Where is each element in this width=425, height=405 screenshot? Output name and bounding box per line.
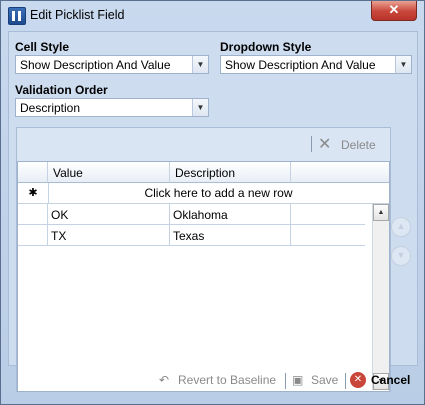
dialog-body: Cell Style Show Description And Value ▼ …: [8, 31, 418, 392]
cell-style-value: Show Description And Value: [20, 58, 171, 72]
chevron-down-icon[interactable]: ▼: [395, 56, 411, 73]
close-button[interactable]: ✕: [371, 1, 417, 21]
cancel-button[interactable]: Cancel: [371, 373, 410, 387]
move-up-icon: ▲: [391, 217, 411, 237]
revert-to-baseline-button[interactable]: Revert to Baseline: [178, 373, 276, 387]
validation-order-dropdown[interactable]: Description ▼: [15, 98, 209, 117]
edit-picklist-dialog: Edit Picklist Field ✕ Cell Style Show De…: [0, 0, 425, 405]
save-icon: ▣: [292, 373, 304, 387]
cell-empty: [291, 225, 365, 245]
toolbar-separator: [311, 136, 312, 152]
new-row-star-icon: ✱: [18, 183, 49, 203]
cell-value[interactable]: OK: [48, 204, 170, 224]
validation-order-label: Validation Order: [15, 83, 108, 97]
grid-toolbar: ✕ Delete: [17, 128, 390, 158]
new-row-prompt[interactable]: Click here to add a new row: [48, 186, 389, 200]
cell-style-label: Cell Style: [15, 40, 70, 54]
window-title: Edit Picklist Field: [30, 8, 125, 22]
delete-icon: ✕: [318, 136, 332, 153]
picklist-grid: Value Description ✱ Click here to add a …: [17, 161, 390, 392]
cancel-icon: ✕: [350, 372, 366, 388]
row-selector[interactable]: [18, 225, 48, 245]
move-down-icon: ▼: [391, 246, 411, 266]
column-header-value[interactable]: Value: [48, 162, 170, 183]
save-button[interactable]: Save: [311, 373, 338, 387]
column-header-description[interactable]: Description: [170, 162, 291, 183]
vertical-scrollbar[interactable]: ▲ ▼: [372, 204, 389, 390]
row-header-corner: [18, 162, 48, 183]
cell-description[interactable]: Oklahoma: [170, 204, 291, 224]
chevron-down-icon[interactable]: ▼: [192, 99, 208, 116]
footer-separator: [345, 373, 346, 389]
dialog-footer: ↶ Revert to Baseline ▣ Save ✕ Cancel: [8, 367, 416, 395]
table-row[interactable]: OK Oklahoma: [18, 204, 365, 225]
title-bar[interactable]: Edit Picklist Field ✕: [1, 1, 424, 31]
cell-description[interactable]: Texas: [170, 225, 291, 245]
cell-value[interactable]: TX: [48, 225, 170, 245]
footer-separator: [285, 373, 286, 389]
new-row[interactable]: ✱ Click here to add a new row: [18, 183, 389, 204]
table-row[interactable]: TX Texas: [18, 225, 365, 246]
cell-style-dropdown[interactable]: Show Description And Value ▼: [15, 55, 209, 74]
dropdown-style-value: Show Description And Value: [225, 58, 376, 72]
cell-empty: [291, 204, 365, 224]
dropdown-style-dropdown[interactable]: Show Description And Value ▼: [220, 55, 412, 74]
dropdown-style-label: Dropdown Style: [220, 40, 312, 54]
chevron-down-icon[interactable]: ▼: [192, 56, 208, 73]
revert-icon: ↶: [159, 373, 170, 387]
close-icon: ✕: [388, 2, 400, 17]
delete-button[interactable]: Delete: [341, 138, 376, 152]
scroll-up-icon[interactable]: ▲: [373, 204, 389, 221]
app-icon: [8, 7, 26, 25]
picklist-panel: ✕ Delete Value Description ✱ Click here …: [16, 127, 391, 392]
row-selector[interactable]: [18, 204, 48, 224]
column-header-empty: [291, 162, 389, 183]
validation-order-value: Description: [20, 101, 81, 115]
